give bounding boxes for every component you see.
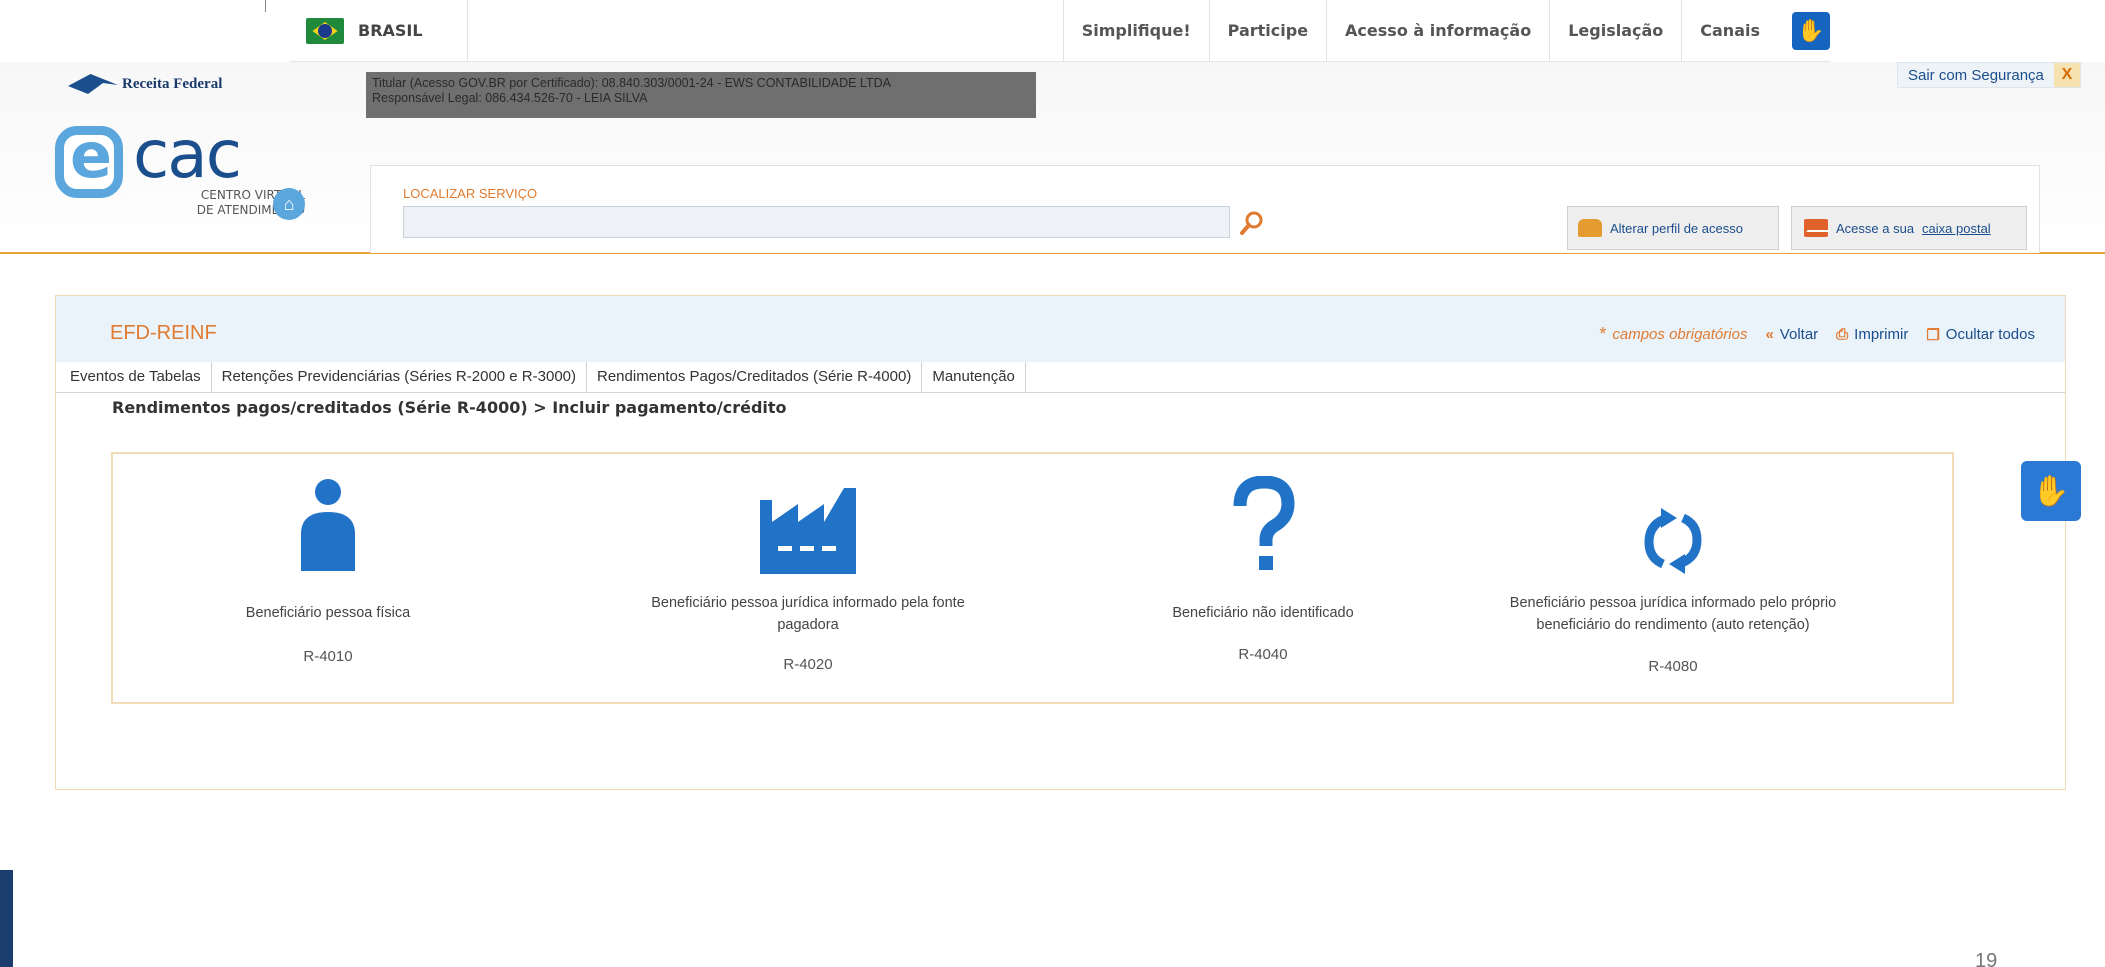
option-label-line1: Beneficiário pessoa jurídica informado p… xyxy=(651,595,965,611)
search-panel: LOCALIZAR SERVIÇO Alterar perfil de aces… xyxy=(370,165,2040,253)
page-number: 19 xyxy=(1975,950,1998,967)
option-r4020[interactable]: Beneficiário pessoa jurídica informado p… xyxy=(593,454,1023,704)
option-code: R-4010 xyxy=(303,648,353,665)
logout-button[interactable]: Sair com Segurança X xyxy=(1897,62,2081,88)
option-r4010[interactable]: Beneficiário pessoa física R-4010 xyxy=(203,454,453,704)
refresh-icon xyxy=(1618,476,1728,576)
logout-label: Sair com Segurança xyxy=(1908,66,2044,84)
required-star-icon: * xyxy=(1599,324,1607,344)
ecac-logo-text: cac xyxy=(133,116,242,193)
mailbox-link[interactable]: caixa postal xyxy=(1922,221,1991,236)
back-label: Voltar xyxy=(1779,326,1819,343)
vlibras-accessibility-icon[interactable]: ✋ xyxy=(2021,461,2081,521)
hide-all-button[interactable]: ❐ Ocultar todos xyxy=(1926,326,2035,344)
toolbar: * campos obrigatórios « Voltar ⎙ Imprimi… xyxy=(1599,324,2035,345)
hide-all-label: Ocultar todos xyxy=(1945,326,2035,343)
link-canais[interactable]: Canais xyxy=(1682,0,1778,62)
printer-icon: ⎙ xyxy=(1836,326,1849,343)
receita-eagle-icon xyxy=(68,74,118,94)
factory-icon xyxy=(753,476,863,576)
print-button[interactable]: ⎙ Imprimir xyxy=(1836,326,1908,343)
tab-eventos-tabelas[interactable]: Eventos de Tabelas xyxy=(56,362,212,392)
side-tab xyxy=(0,870,13,967)
gov-bar-spacer xyxy=(468,0,1064,62)
options-panel: Beneficiário pessoa física R-4010 Benefi… xyxy=(111,452,1954,704)
efd-reinf-card: EFD-REINF * campos obrigatórios « Voltar… xyxy=(55,295,2066,790)
link-legislacao[interactable]: Legislação xyxy=(1550,0,1683,62)
change-profile-button[interactable]: Alterar perfil de acesso xyxy=(1567,206,1779,250)
brasil-label: BRASIL xyxy=(358,21,423,40)
required-note: campos obrigatórios xyxy=(1612,326,1748,343)
receita-federal-logo[interactable]: Receita Federal xyxy=(68,74,222,94)
change-profile-label: Alterar perfil de acesso xyxy=(1610,220,1743,236)
double-left-arrow-icon: « xyxy=(1765,326,1774,343)
mail-icon xyxy=(1804,219,1830,237)
ecac-logo[interactable]: cac CENTRO VIRTUAL DE ATENDIMENTO xyxy=(55,116,305,228)
link-acesso-informacao[interactable]: Acesso à informação xyxy=(1327,0,1551,62)
option-label: Beneficiário pessoa jurídica informado p… xyxy=(593,592,1023,636)
search-input[interactable] xyxy=(403,206,1230,238)
option-r4040[interactable]: Beneficiário não identificado R-4040 xyxy=(1113,454,1413,704)
page-title: EFD-REINF xyxy=(110,322,217,344)
option-label-line2: beneficiário do rendimento (auto retençã… xyxy=(1536,617,1810,633)
mailbox-button[interactable]: Acesse a sua caixa postal xyxy=(1791,206,2027,250)
left-border-line xyxy=(265,0,266,12)
gov-bar: BRASIL Simplifique! Participe Acesso à i… xyxy=(290,0,1830,62)
option-label-line2: pagadora xyxy=(777,617,839,633)
option-label: Beneficiário não identificado xyxy=(1172,605,1354,621)
option-r4080[interactable]: Beneficiário pessoa jurídica informado p… xyxy=(1473,454,1873,704)
search-label: LOCALIZAR SERVIÇO xyxy=(403,186,538,201)
page: BRASIL Simplifique! Participe Acesso à i… xyxy=(0,0,2105,967)
option-code: R-4080 xyxy=(1648,658,1698,675)
tab-manutencao[interactable]: Manutenção xyxy=(922,362,1026,392)
home-icon[interactable]: ⌂ xyxy=(273,188,305,220)
collapse-icon: ❐ xyxy=(1926,326,1940,344)
titular-line: Titular (Acesso GOV.BR por Certificado):… xyxy=(372,76,891,90)
titular-info: Titular (Acesso GOV.BR por Certificado):… xyxy=(366,72,1036,118)
tab-bar: Eventos de Tabelas Retenções Previdenciá… xyxy=(56,362,2065,393)
brazil-flag-icon xyxy=(306,17,344,44)
mailbox-prefix: Acesse a sua xyxy=(1836,220,1915,236)
tab-retencoes-previdenciarias[interactable]: Retenções Previdenciárias (Séries R-2000… xyxy=(212,362,587,392)
back-button[interactable]: « Voltar xyxy=(1765,326,1818,343)
vlibras-hands-icon[interactable]: ✋ xyxy=(1792,11,1830,50)
link-participe[interactable]: Participe xyxy=(1210,0,1328,62)
brasil-link[interactable]: BRASIL xyxy=(290,0,468,62)
ecac-e-icon xyxy=(55,119,123,198)
print-label: Imprimir xyxy=(1854,326,1909,343)
option-label: Beneficiário pessoa jurídica informado p… xyxy=(1473,592,1873,636)
option-label-line1: Beneficiário pessoa jurídica informado p… xyxy=(1509,595,1837,611)
link-simplifique[interactable]: Simplifique! xyxy=(1064,0,1210,62)
breadcrumb: Rendimentos pagos/creditados (Série R-40… xyxy=(112,398,787,417)
option-code: R-4040 xyxy=(1238,646,1288,663)
people-icon xyxy=(1578,219,1602,237)
search-icon[interactable] xyxy=(1239,210,1265,236)
question-icon xyxy=(1208,476,1318,576)
close-icon[interactable]: X xyxy=(2053,63,2080,87)
card-header: EFD-REINF * campos obrigatórios « Voltar… xyxy=(56,296,2065,362)
person-icon xyxy=(273,476,383,576)
tab-rendimentos-pagos[interactable]: Rendimentos Pagos/Creditados (Série R-40… xyxy=(587,362,923,392)
option-label: Beneficiário pessoa física xyxy=(245,605,411,621)
responsavel-line: Responsável Legal: 086.434.526-70 - LEIA… xyxy=(372,91,648,105)
agency-name: Receita Federal xyxy=(122,75,223,92)
option-code: R-4020 xyxy=(783,656,833,673)
